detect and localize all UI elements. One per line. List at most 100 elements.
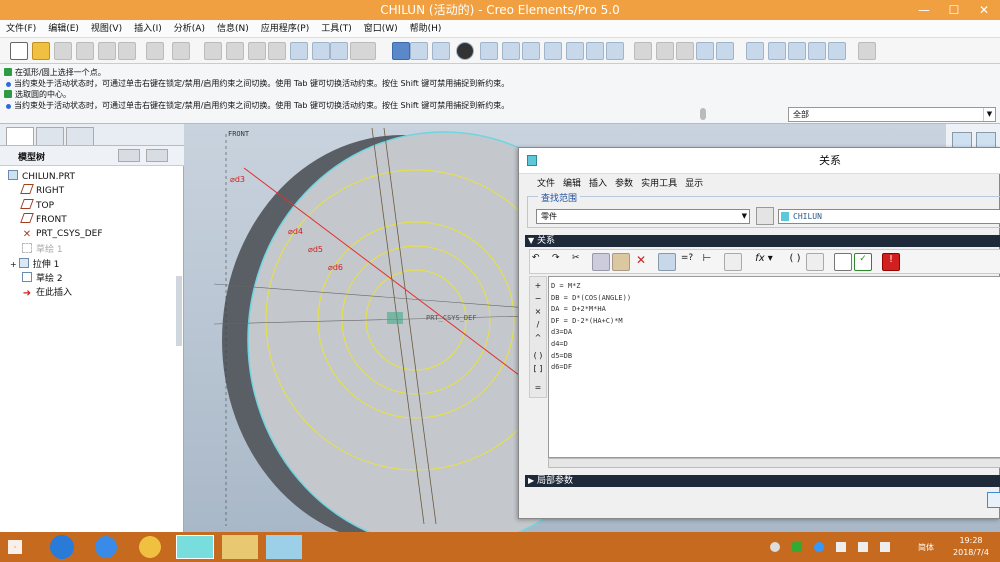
tree-item[interactable]: 草绘 1 [22, 243, 63, 256]
redo-icon[interactable] [172, 42, 190, 60]
dialog-menu-show[interactable]: 显示 [681, 176, 707, 192]
print-icon[interactable] [76, 42, 94, 60]
zoom-in-icon[interactable] [480, 42, 498, 60]
axis-display-icon[interactable] [432, 42, 450, 60]
dim-label-d3[interactable]: ⌀d3 [230, 175, 245, 184]
clock[interactable]: 19:28 2018/7/4 [944, 535, 998, 559]
relations-section-header[interactable]: ▼ 关系 [525, 235, 1000, 247]
parentheses-icon[interactable]: ( ) [786, 253, 804, 271]
paste-icon[interactable] [612, 253, 630, 271]
enhanced-realism-icon[interactable] [716, 42, 734, 60]
windows-start-icon[interactable] [8, 540, 22, 554]
dim-label-d4[interactable]: ⌀d4 [288, 227, 303, 236]
dim-label-d6[interactable]: ⌀d6 [328, 263, 343, 272]
reorient-icon[interactable] [544, 42, 562, 60]
select-cursor-icon[interactable] [756, 207, 774, 225]
dialog-menu-utilities[interactable]: 实用工具 [637, 176, 681, 192]
switch-dims-icon[interactable] [658, 253, 676, 271]
tree-item[interactable]: TOP [20, 199, 54, 212]
menu-edit[interactable]: 编辑(E) [42, 20, 85, 38]
sketch-mode-icon[interactable] [392, 42, 410, 60]
datum-display-icon[interactable] [410, 42, 428, 60]
annotation-toggle-icon[interactable] [828, 42, 846, 60]
tray-icon[interactable] [814, 542, 824, 552]
paste-icon[interactable] [248, 42, 266, 60]
settings-icon[interactable] [118, 149, 140, 162]
dialog-menu-insert[interactable]: 插入 [585, 176, 611, 192]
tree-item[interactable]: 草绘 2 [22, 272, 63, 285]
dialog-menu-file[interactable]: 文件 [533, 176, 559, 192]
equals-button[interactable]: = [530, 381, 546, 394]
tab-model-tree[interactable] [6, 127, 34, 145]
new-file-icon[interactable] [10, 42, 28, 60]
creo-taskbar-icon[interactable] [176, 535, 214, 559]
file-explorer-icon[interactable] [222, 535, 258, 559]
dialog-menu-parameters[interactable]: 参数 [611, 176, 637, 192]
dimension-icon[interactable]: ⊢ [698, 253, 716, 271]
scope-type-select[interactable]: 零件 ▼ [536, 209, 750, 224]
plus-button[interactable]: + [530, 279, 546, 292]
cut-icon[interactable] [204, 42, 222, 60]
delete-icon[interactable]: ✕ [632, 253, 650, 271]
tree-item[interactable]: ✕ PRT_CSYS_DEF [22, 228, 103, 240]
menu-file[interactable]: 文件(F) [0, 20, 42, 38]
undo-icon[interactable]: ↶ [532, 253, 550, 271]
insert-parameter-icon[interactable] [724, 253, 742, 271]
tray-icon[interactable] [792, 542, 802, 552]
volume-icon[interactable] [880, 542, 890, 552]
dialog-menu-edit[interactable]: 编辑 [559, 176, 585, 192]
menu-insert[interactable]: 插入(I) [128, 20, 168, 38]
shading-icon[interactable] [696, 42, 714, 60]
tree-item[interactable]: + 拉伸 1 [10, 258, 59, 271]
zoom-out-icon[interactable] [502, 42, 520, 60]
regen-manager-icon[interactable] [312, 42, 330, 60]
open-file-icon[interactable] [32, 42, 50, 60]
sogou-icon[interactable] [44, 535, 80, 559]
close-button[interactable]: ✕ [970, 0, 998, 20]
find-icon[interactable] [330, 42, 348, 60]
ok-button[interactable] [987, 492, 1000, 508]
layers-icon[interactable] [586, 42, 604, 60]
datum-planes-toggle-icon[interactable] [746, 42, 764, 60]
minus-button[interactable]: − [530, 292, 546, 305]
datum-axes-toggle-icon[interactable] [768, 42, 786, 60]
panel-splitter[interactable] [176, 276, 182, 346]
context-help-icon[interactable] [858, 42, 876, 60]
tray-icon[interactable] [770, 542, 780, 552]
tree-item[interactable]: RIGHT [20, 184, 64, 197]
cut-icon[interactable]: ✂ [572, 253, 590, 271]
dim-label-d5[interactable]: ⌀d5 [308, 245, 323, 254]
paste-special-icon[interactable] [268, 42, 286, 60]
show-menu-icon[interactable] [146, 149, 168, 162]
divide-button[interactable]: / [530, 318, 546, 331]
local-params-header[interactable]: ▶ 局部参数 [525, 475, 1000, 487]
wireframe-icon[interactable] [634, 42, 652, 60]
brackets-button[interactable]: [ ] [530, 362, 546, 375]
ime-indicator[interactable]: 简体 [918, 542, 934, 553]
selection-filter-icon[interactable] [350, 42, 376, 60]
relations-editor[interactable]: D = M*Z DB = D*(COS(ANGLE)) DA = D+2*M*H… [548, 276, 1000, 458]
save-icon[interactable] [54, 42, 72, 60]
scope-name-field[interactable]: CHILUN [778, 209, 1000, 224]
hidden-line-icon[interactable] [656, 42, 674, 60]
tree-item[interactable]: CHILUN.PRT [8, 170, 75, 183]
menu-info[interactable]: 信息(N) [211, 20, 255, 38]
tab-favorites[interactable] [66, 127, 94, 145]
csys-toggle-icon[interactable] [808, 42, 826, 60]
stop-icon[interactable]: ! [882, 253, 900, 271]
sort-relations-icon[interactable] [806, 253, 824, 271]
network-icon[interactable] [858, 542, 868, 552]
menu-help[interactable]: 帮助(H) [404, 20, 448, 38]
undo-icon[interactable] [146, 42, 164, 60]
menu-view[interactable]: 视图(V) [85, 20, 128, 38]
notepad-icon[interactable] [266, 535, 302, 559]
units-icon[interactable] [834, 253, 852, 271]
multiply-button[interactable]: × [530, 305, 546, 318]
redo-icon[interactable]: ↷ [552, 253, 570, 271]
baidu-netdisk-icon[interactable] [88, 535, 124, 559]
tree-item[interactable]: ➜ 在此插入 [22, 287, 72, 299]
menu-analysis[interactable]: 分析(A) [168, 20, 211, 38]
verify-icon[interactable]: ✓ [854, 253, 872, 271]
no-hidden-icon[interactable] [676, 42, 694, 60]
copy-icon[interactable] [226, 42, 244, 60]
